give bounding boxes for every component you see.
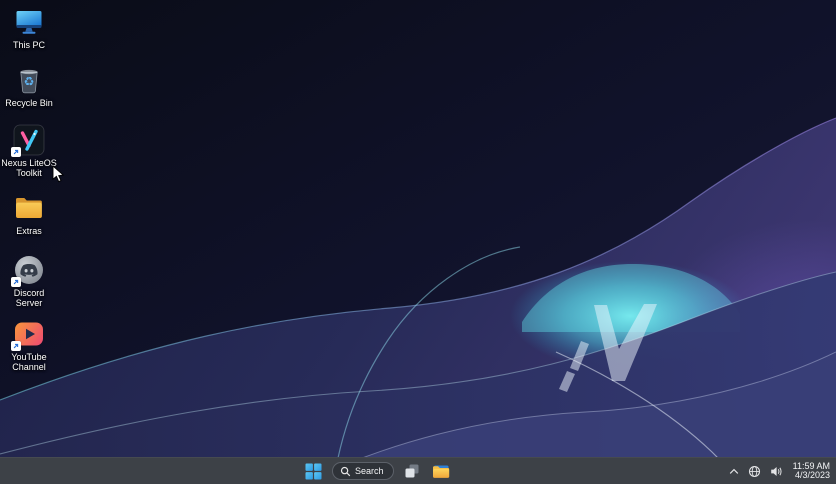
desktop-icon-youtube-channel[interactable]: YouTube Channel: [0, 318, 58, 372]
search-label: Search: [355, 466, 384, 476]
desktop-screen[interactable]: This PC ♻ Recycle Bin Nexus LiteOS Toolk…: [0, 0, 836, 484]
discord-icon: [11, 254, 45, 287]
desktop-icon-label: Extras: [16, 226, 42, 236]
network-globe-icon: [748, 465, 760, 477]
volume-tray-button[interactable]: [768, 463, 785, 480]
desktop-icon-recycle-bin[interactable]: ♻ Recycle Bin: [0, 64, 58, 108]
desktop-icon-nexus-toolkit[interactable]: Nexus LiteOS Toolkit: [0, 124, 58, 178]
youtube-icon: [11, 318, 45, 351]
desktop-icon-discord-server[interactable]: Discord Server: [0, 254, 58, 308]
task-view-icon: [405, 464, 419, 478]
hidden-icons-button[interactable]: [727, 466, 741, 477]
taskbar-tray: 11:59 AM 4/3/2023: [727, 458, 833, 484]
shortcut-arrow-badge: [11, 277, 21, 287]
nexus-liteos-toolkit-icon: [11, 124, 45, 157]
network-tray-button[interactable]: [746, 463, 763, 480]
desktop-icon-label: Discord Server: [13, 288, 45, 308]
tray-date: 4/3/2023: [794, 470, 830, 480]
shortcut-arrow-badge: [11, 341, 21, 351]
desktop-icon-label: Nexus LiteOS Toolkit: [1, 158, 57, 178]
file-explorer-icon: [432, 465, 449, 478]
wallpaper-image: [0, 0, 836, 484]
search-icon: [340, 466, 351, 476]
this-pc-monitor-icon: [13, 6, 45, 38]
desktop-icon-this-pc[interactable]: This PC: [0, 6, 58, 50]
taskbar: Search 11:59 AM 4/3/2023: [0, 457, 836, 484]
folder-icon: [13, 192, 45, 224]
taskbar-search[interactable]: Search: [332, 462, 394, 480]
taskbar-center: Search: [303, 458, 452, 484]
chevron-up-icon: [729, 468, 738, 474]
file-explorer-button[interactable]: [430, 462, 452, 481]
recycle-bin-icon: ♻: [13, 64, 45, 96]
desktop-icon-extras[interactable]: Extras: [0, 192, 58, 236]
start-button[interactable]: [303, 461, 324, 482]
volume-icon: [770, 466, 782, 476]
taskbar-clock[interactable]: 11:59 AM 4/3/2023: [793, 461, 830, 481]
shortcut-arrow-badge: [11, 147, 21, 157]
desktop-icon-label: This PC: [12, 40, 45, 50]
desktop-icon-label: YouTube Channel: [11, 352, 47, 372]
svg-text:♻: ♻: [24, 75, 35, 89]
windows-logo-icon: [305, 463, 322, 479]
desktop-icon-label: Recycle Bin: [5, 98, 53, 108]
task-view-button[interactable]: [402, 461, 422, 481]
